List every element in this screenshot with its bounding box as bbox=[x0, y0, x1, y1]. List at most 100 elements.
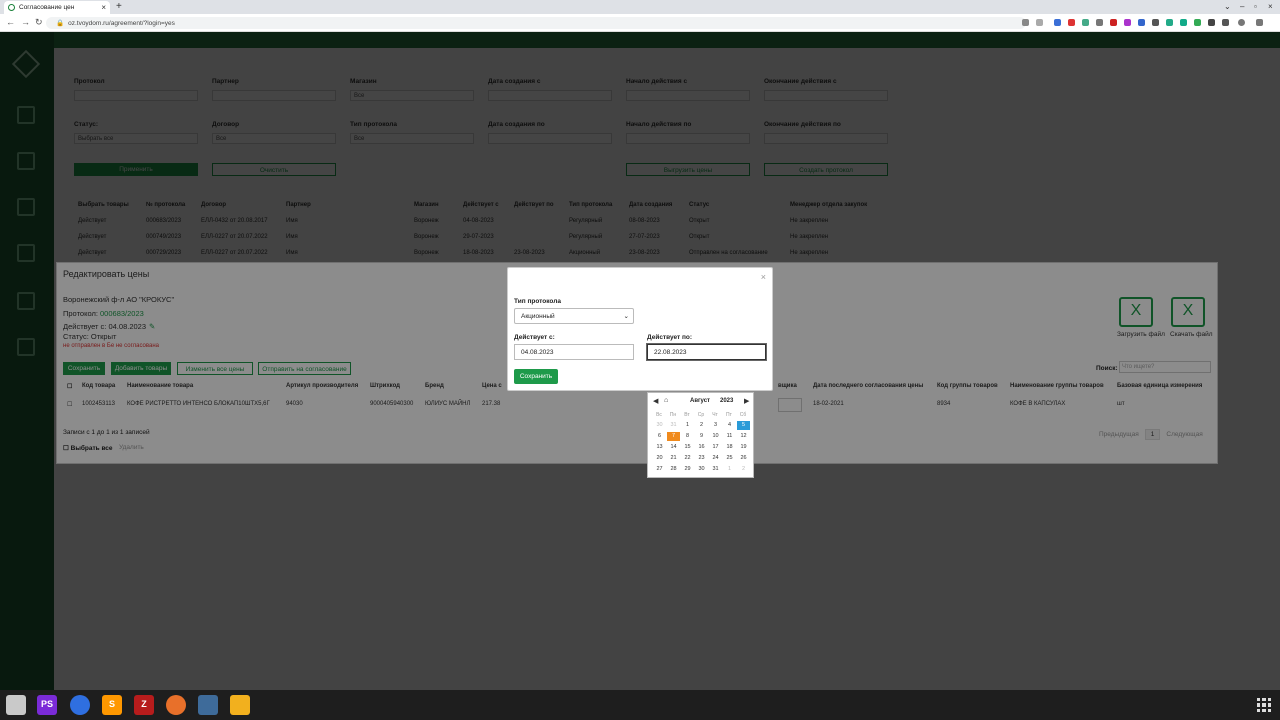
profile-icon[interactable] bbox=[1238, 19, 1245, 26]
extension-icon[interactable] bbox=[1124, 19, 1131, 26]
filezilla-icon[interactable]: Z bbox=[134, 695, 154, 715]
extension-icon[interactable] bbox=[1110, 19, 1117, 26]
menu-icon[interactable] bbox=[1256, 19, 1263, 26]
weekday-label: Сб bbox=[739, 412, 747, 418]
calendar-day[interactable]: 14 bbox=[667, 443, 680, 452]
back-icon[interactable]: ← bbox=[6, 17, 15, 27]
firefox-icon[interactable] bbox=[166, 695, 186, 715]
protocol-type-value: Акционный bbox=[521, 313, 555, 320]
weekday-label: Чт bbox=[712, 412, 718, 418]
year-select[interactable]: 2023 bbox=[720, 398, 733, 404]
calendar-day[interactable]: 23 bbox=[695, 454, 708, 463]
puzzle-icon[interactable] bbox=[1208, 19, 1215, 26]
calendar-day[interactable]: 5 bbox=[737, 421, 750, 430]
calendar-day[interactable]: 1 bbox=[723, 465, 736, 474]
calendar-day[interactable]: 30 bbox=[653, 421, 666, 430]
calendar-day[interactable]: 20 bbox=[653, 454, 666, 463]
calendar-day[interactable]: 6 bbox=[653, 432, 666, 441]
extension-icon[interactable] bbox=[1082, 19, 1089, 26]
calendar-day[interactable]: 1 bbox=[681, 421, 694, 430]
extension-icon[interactable] bbox=[1054, 19, 1061, 26]
apps-grid-icon[interactable] bbox=[1257, 698, 1271, 712]
close-window-icon[interactable]: × bbox=[1268, 2, 1273, 11]
calendar-day[interactable]: 7 bbox=[667, 432, 680, 441]
calendar-day[interactable]: 18 bbox=[723, 443, 736, 452]
chrome-icon[interactable] bbox=[70, 695, 90, 715]
valid-to-label: Действует по: bbox=[647, 334, 693, 341]
calendar-day[interactable]: 11 bbox=[723, 432, 736, 441]
calendar-day[interactable]: 30 bbox=[695, 465, 708, 474]
lock-icon: 🔒 bbox=[56, 20, 65, 27]
sidepanel-icon[interactable] bbox=[1222, 19, 1229, 26]
calendar-day[interactable]: 2 bbox=[695, 421, 708, 430]
calendar-day[interactable]: 25 bbox=[723, 454, 736, 463]
prev-month-icon[interactable]: ◀ bbox=[653, 397, 658, 405]
next-month-icon[interactable]: ▶ bbox=[744, 397, 749, 405]
valid-to-input[interactable]: 22.08.2023 bbox=[647, 344, 766, 360]
extension-icon[interactable] bbox=[1138, 19, 1145, 26]
browser-tab[interactable]: Согласование цен × bbox=[4, 1, 110, 14]
weekday-label: Ср bbox=[697, 412, 705, 418]
calendar-day[interactable]: 3 bbox=[709, 421, 722, 430]
virtualbox-icon[interactable] bbox=[198, 695, 218, 715]
save-button[interactable]: Сохранить bbox=[514, 369, 558, 384]
files-icon[interactable] bbox=[6, 695, 26, 715]
calendar-day[interactable]: 10 bbox=[709, 432, 722, 441]
share-icon[interactable] bbox=[1022, 19, 1029, 26]
weekday-label: Пт bbox=[726, 412, 732, 418]
calendar-day[interactable]: 13 bbox=[653, 443, 666, 452]
calendar-day[interactable]: 9 bbox=[695, 432, 708, 441]
phpstorm-icon[interactable]: PS bbox=[37, 695, 57, 715]
calendar-day[interactable]: 15 bbox=[681, 443, 694, 452]
protocol-type-select[interactable]: Акционный ⌄ bbox=[514, 308, 634, 324]
calendar-day[interactable]: 26 bbox=[737, 454, 750, 463]
browser-toolbar: ← → ↻ 🔒 oz.tvoydom.ru/agreement/?login=ye… bbox=[0, 14, 1280, 32]
maximize-icon[interactable]: ▫ bbox=[1254, 2, 1257, 11]
protocol-dialog: × Тип протокола Акционный ⌄ Действует с: … bbox=[507, 267, 773, 391]
address-bar[interactable]: 🔒 oz.tvoydom.ru/agreement/?login=yes bbox=[46, 17, 1026, 29]
calendar-day[interactable]: 31 bbox=[709, 465, 722, 474]
sublime-icon[interactable]: S bbox=[102, 695, 122, 715]
calendar-day[interactable]: 27 bbox=[653, 465, 666, 474]
calendar-day[interactable]: 17 bbox=[709, 443, 722, 452]
valid-from-input[interactable]: 04.08.2023 bbox=[514, 344, 634, 360]
editor-icon[interactable] bbox=[230, 695, 250, 715]
calendar-day[interactable]: 12 bbox=[737, 432, 750, 441]
extension-icon[interactable] bbox=[1152, 19, 1159, 26]
valid-from-label: Действует с: bbox=[514, 334, 555, 341]
calendar-day[interactable]: 24 bbox=[709, 454, 722, 463]
new-tab-icon[interactable]: + bbox=[116, 1, 122, 12]
extension-icon[interactable] bbox=[1068, 19, 1075, 26]
calendar-day[interactable]: 31 bbox=[667, 421, 680, 430]
extension-icon[interactable] bbox=[1194, 19, 1201, 26]
protocol-type-label: Тип протокола bbox=[514, 298, 561, 305]
extension-icon[interactable] bbox=[1166, 19, 1173, 26]
minimize-icon[interactable]: – bbox=[1240, 2, 1244, 11]
calendar-day[interactable]: 29 bbox=[681, 465, 694, 474]
datepicker-header: ◀ ⌂ Август 2023 ▶ bbox=[648, 397, 755, 407]
month-select[interactable]: Август bbox=[690, 398, 710, 404]
extension-icon[interactable] bbox=[1096, 19, 1103, 26]
forward-icon[interactable]: → bbox=[21, 17, 30, 27]
calendar-day[interactable]: 22 bbox=[681, 454, 694, 463]
close-tab-icon[interactable]: × bbox=[101, 3, 106, 12]
calendar-day[interactable]: 19 bbox=[737, 443, 750, 452]
datepicker: ◀ ⌂ Август 2023 ▶ Вс Пн Вт Ср Чт Пт Сб 30 31 1 2 3 4… bbox=[647, 392, 754, 478]
taskbar: PS S Z bbox=[0, 690, 1280, 720]
calendar-day[interactable]: 8 bbox=[681, 432, 694, 441]
weekday-label: Вс bbox=[656, 412, 662, 418]
calendar-day[interactable]: 21 bbox=[667, 454, 680, 463]
calendar-day[interactable]: 4 bbox=[723, 421, 736, 430]
calendar-day[interactable]: 28 bbox=[667, 465, 680, 474]
browser-tabstrip: Согласование цен × + ⌄ – ▫ × bbox=[0, 0, 1280, 14]
weekday-label: Пн bbox=[669, 412, 677, 418]
chevron-down-icon[interactable]: ⌄ bbox=[1224, 2, 1231, 11]
calendar-day[interactable]: 16 bbox=[695, 443, 708, 452]
bookmark-star-icon[interactable] bbox=[1036, 19, 1043, 26]
home-icon[interactable]: ⌂ bbox=[664, 397, 668, 404]
close-icon[interactable]: × bbox=[761, 272, 766, 282]
extension-icon[interactable] bbox=[1180, 19, 1187, 26]
reload-icon[interactable]: ↻ bbox=[35, 17, 43, 28]
calendar-day[interactable]: 2 bbox=[737, 465, 750, 474]
favicon-icon bbox=[8, 4, 15, 11]
